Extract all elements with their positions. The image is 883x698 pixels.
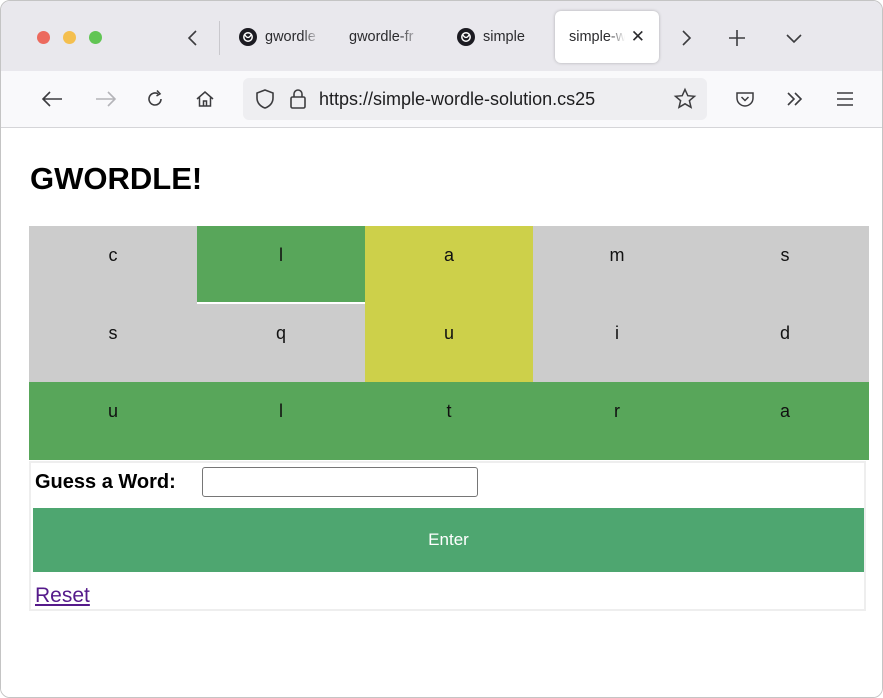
board-row: s q u i d xyxy=(29,304,869,382)
board-cell: c xyxy=(29,226,197,304)
board-cell: l xyxy=(197,226,365,302)
chevron-left-icon xyxy=(187,30,197,46)
tab-label: simple xyxy=(483,29,525,45)
guess-input[interactable] xyxy=(202,467,478,497)
guess-form: Guess a Word: Enter Reset xyxy=(29,461,866,611)
url-text[interactable]: https://simple-wordle-solution.cs25 xyxy=(319,89,661,110)
zoom-window-button[interactable] xyxy=(89,31,102,44)
close-window-button[interactable] xyxy=(37,31,50,44)
star-icon[interactable] xyxy=(673,87,697,116)
pocket-icon xyxy=(736,92,754,107)
guess-label: Guess a Word: xyxy=(35,471,176,493)
board-cell: i xyxy=(533,304,701,382)
new-tab-button[interactable] xyxy=(722,21,752,55)
lock-icon[interactable] xyxy=(289,88,307,115)
page-title: GWORDLE! xyxy=(30,161,203,196)
board-row: c l a m s xyxy=(29,226,869,304)
tabs-scroll-left-button[interactable] xyxy=(178,21,208,55)
board-cell: s xyxy=(701,226,869,304)
tab-gwordle[interactable]: gwordle xyxy=(239,11,321,63)
chevron-double-right-icon xyxy=(787,92,803,106)
board-cell: u xyxy=(29,382,197,460)
tab-simple-w[interactable]: simple-w ✕ xyxy=(555,11,659,63)
shield-icon[interactable] xyxy=(255,88,275,115)
arrow-right-icon xyxy=(96,91,117,107)
navigation-toolbar: https://simple-wordle-solution.cs25 xyxy=(1,71,882,128)
tab-label: gwordle xyxy=(265,29,316,45)
close-tab-icon[interactable]: ✕ xyxy=(631,27,645,47)
board-cell: a xyxy=(365,226,533,304)
page-content: GWORDLE! c l a m s s q u i d u l t r a G… xyxy=(1,128,882,697)
tab-gwordle-fr[interactable]: gwordle-fr xyxy=(349,11,427,63)
board-cell: r xyxy=(533,382,701,460)
tab-simple[interactable]: simple xyxy=(457,11,545,63)
reset-link[interactable]: Reset xyxy=(35,584,90,608)
board-cell: m xyxy=(533,226,701,304)
board-cell: s xyxy=(29,304,197,382)
tab-separator xyxy=(219,21,220,55)
favicon-icon xyxy=(239,28,257,46)
arrow-left-icon xyxy=(41,91,62,107)
chevron-down-icon xyxy=(786,34,802,44)
overflow-menu-button[interactable] xyxy=(781,85,809,113)
tab-label: gwordle-fr xyxy=(349,29,414,45)
pocket-button[interactable] xyxy=(731,85,759,113)
board-cell: q xyxy=(197,304,365,382)
list-all-tabs-button[interactable] xyxy=(779,21,809,55)
back-button[interactable] xyxy=(38,85,66,113)
tab-strip: gwordle gwordle-fr simple simple-w ✕ xyxy=(1,1,882,71)
wordle-board: c l a m s s q u i d u l t r a xyxy=(29,226,869,460)
tabs-scroll-right-button[interactable] xyxy=(671,21,701,55)
reload-icon xyxy=(148,89,162,106)
board-cell: d xyxy=(701,304,869,382)
board-row: u l t r a xyxy=(29,382,869,460)
browser-window: gwordle gwordle-fr simple simple-w ✕ htt… xyxy=(0,0,883,698)
reload-button[interactable] xyxy=(141,85,169,113)
board-cell: l xyxy=(197,382,365,460)
enter-button[interactable]: Enter xyxy=(33,508,864,572)
url-bar[interactable]: https://simple-wordle-solution.cs25 xyxy=(243,78,707,120)
plus-icon xyxy=(729,30,745,46)
home-icon xyxy=(196,91,214,107)
hamburger-menu-icon xyxy=(837,92,853,106)
forward-button[interactable] xyxy=(92,85,120,113)
board-cell: u xyxy=(365,304,533,382)
minimize-window-button[interactable] xyxy=(63,31,76,44)
home-button[interactable] xyxy=(191,85,219,113)
chevron-right-icon xyxy=(682,30,692,46)
app-menu-button[interactable] xyxy=(831,85,859,113)
favicon-icon xyxy=(457,28,475,46)
board-cell: a xyxy=(701,382,869,460)
board-cell: t xyxy=(365,382,533,460)
tab-label: simple-w xyxy=(569,29,625,45)
